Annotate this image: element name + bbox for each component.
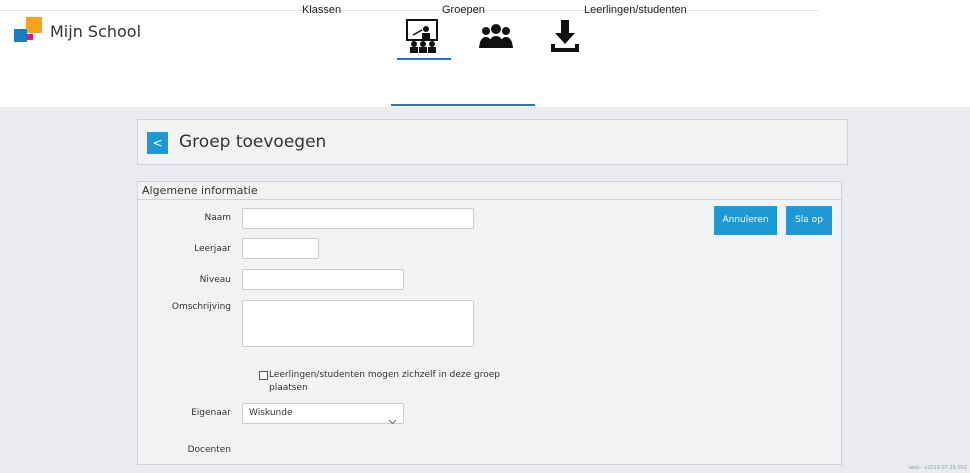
- app-logo: [14, 17, 44, 47]
- version-note: web - v2019.07.26.002: [908, 465, 967, 471]
- section-title: Algemene informatie: [142, 184, 258, 197]
- top-divider: [0, 10, 818, 11]
- groepen-people-icon[interactable]: [478, 18, 518, 54]
- self-enroll-checkbox[interactable]: [259, 371, 268, 380]
- active-icon-indicator: [397, 58, 451, 60]
- self-enroll-label: Leerlingen/studenten mogen zichzelf in d…: [269, 370, 500, 393]
- docenten-label: Docenten: [187, 445, 231, 455]
- naam-label: Naam: [204, 213, 231, 223]
- tab-leerlingen-studenten[interactable]: Leerlingen/studenten: [584, 4, 687, 16]
- download-icon[interactable]: [548, 18, 588, 54]
- eigenaar-selected-value: Wiskunde: [249, 408, 293, 418]
- omschrijving-textarea[interactable]: [242, 300, 474, 347]
- leerjaar-label: Leerjaar: [194, 244, 231, 254]
- page-title: Groep toevoegen: [179, 132, 327, 152]
- naam-input[interactable]: [242, 208, 474, 229]
- eigenaar-label: Eigenaar: [191, 408, 231, 418]
- form-panel: Algemene informatie Naam Leerjaar Niveau…: [137, 181, 842, 465]
- top-bar: Mijn School Klassen Groepen Leerlingen/s…: [0, 0, 970, 107]
- back-button[interactable]: <: [147, 132, 168, 154]
- leerjaar-input[interactable]: [242, 238, 319, 259]
- niveau-input[interactable]: [242, 269, 404, 290]
- active-tab-indicator: [391, 104, 535, 106]
- tab-groepen[interactable]: Groepen: [442, 4, 485, 16]
- tab-klassen[interactable]: Klassen: [302, 4, 341, 16]
- niveau-label: Niveau: [199, 275, 231, 285]
- klassen-teacher-icon[interactable]: [405, 18, 445, 54]
- save-button[interactable]: Sla op: [786, 206, 832, 235]
- eigenaar-select[interactable]: Wiskunde: [242, 403, 404, 425]
- cancel-button[interactable]: Annuleren: [714, 206, 777, 235]
- section-divider: [138, 199, 841, 200]
- chevron-down-icon: [388, 410, 397, 429]
- app-title: Mijn School: [50, 22, 142, 41]
- page-header: < Groep toevoegen: [137, 119, 848, 165]
- omschrijving-label: Omschrijving: [171, 302, 231, 312]
